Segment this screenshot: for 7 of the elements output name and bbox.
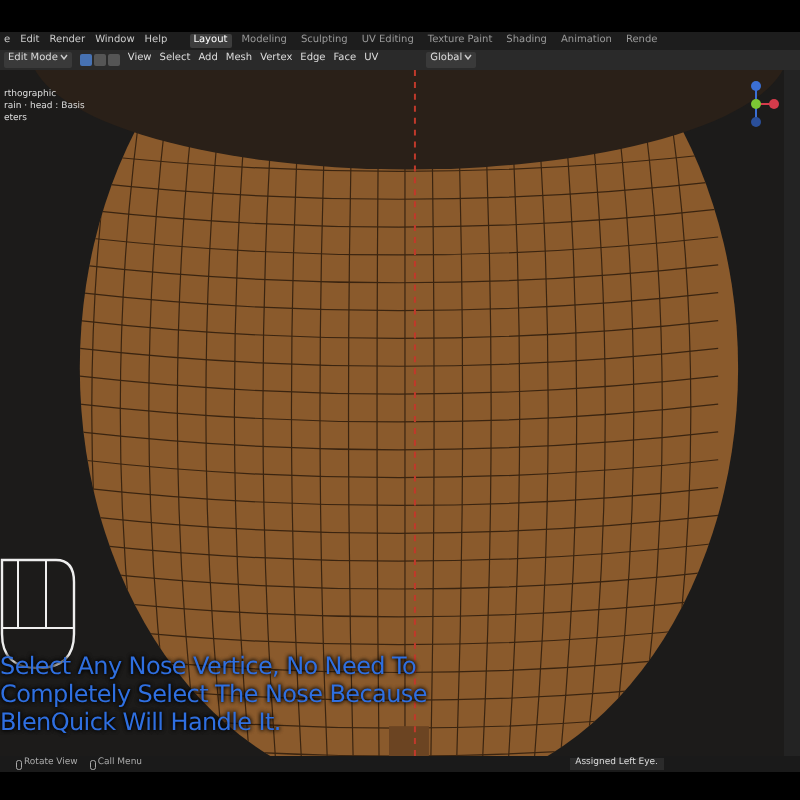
mouse-icon: [16, 759, 22, 769]
caret-icon: [59, 54, 68, 61]
caret-icon: [464, 54, 473, 61]
select-mode-icon[interactable]: [107, 54, 120, 66]
select-mode-icon[interactable]: [79, 54, 92, 66]
mouse-icon: [89, 759, 96, 769]
select-mode-icon[interactable]: [93, 54, 106, 66]
